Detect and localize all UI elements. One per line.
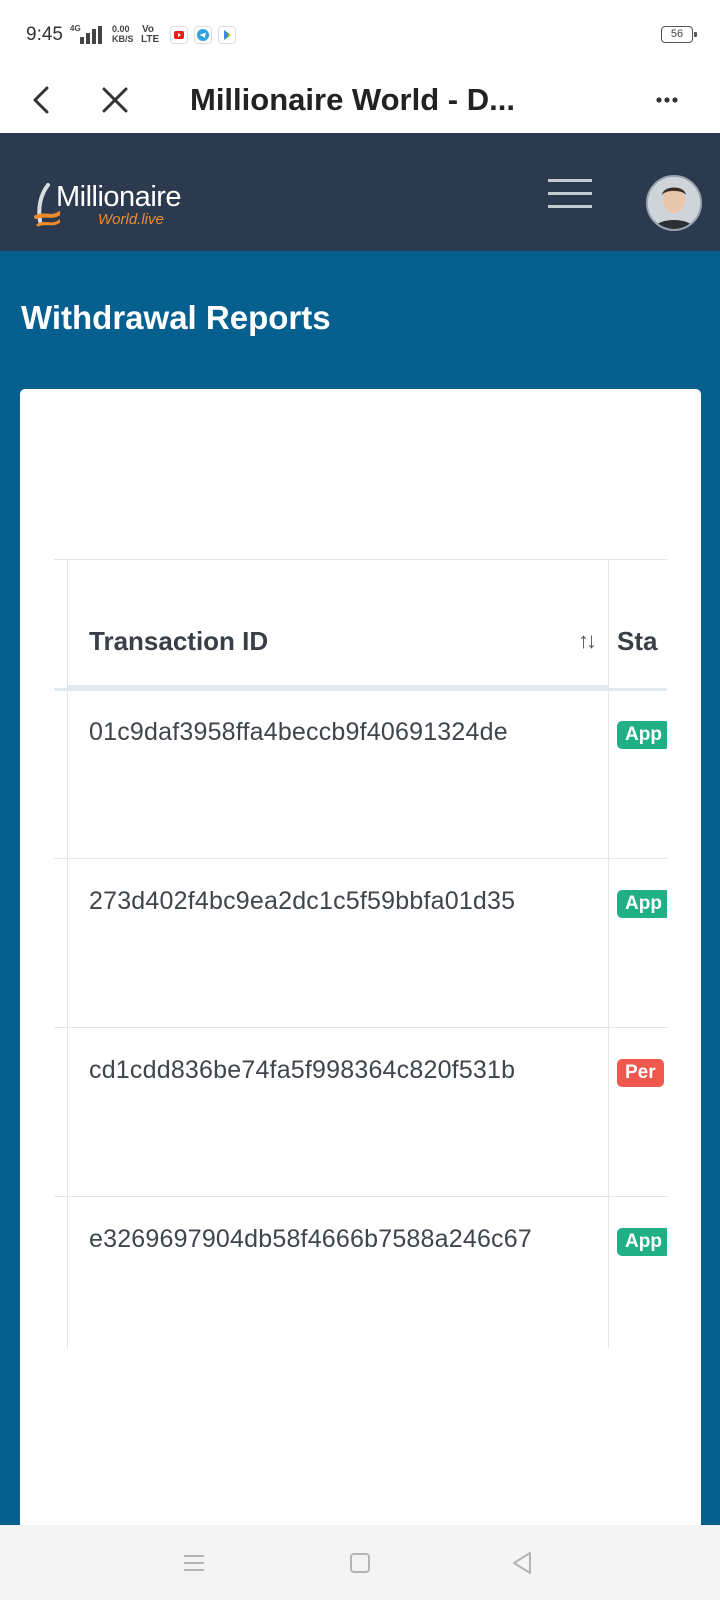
status-badge: App — [617, 1228, 667, 1256]
signal-icon — [80, 26, 106, 44]
status-badge: App — [617, 890, 667, 918]
telegram-icon — [194, 26, 212, 44]
column-header-label: Transaction ID — [89, 626, 269, 656]
status-bar: 9:45 4G 0.00 KB/S Vo LTE 56 — [0, 0, 720, 70]
withdrawal-table[interactable]: Transaction ID ↑↓ Sta 01c9daf3958ffa4bec… — [54, 559, 667, 1349]
battery-indicator: 56 — [661, 26, 697, 43]
network-speed: 0.00 — [112, 24, 130, 34]
table-row[interactable]: 273d402f4bc9ea2dc1c5f59bbfa01d35 App — [54, 860, 667, 1028]
sort-icon[interactable]: ↑↓ — [578, 628, 597, 654]
volte-top: Vo — [142, 24, 155, 35]
close-icon[interactable] — [93, 78, 137, 122]
site-header: Millionaire World.live — [0, 133, 720, 251]
transaction-id: 01c9daf3958ffa4beccb9f40691324de — [89, 718, 508, 746]
avatar[interactable] — [646, 175, 702, 231]
volte-bottom: LTE — [141, 34, 160, 45]
table-row[interactable]: e3269697904db58f4666b7588a246c67 App — [54, 1198, 667, 1349]
status-badge: Per — [617, 1059, 664, 1087]
transaction-id: cd1cdd836be74fa5f998364c820f531b — [89, 1056, 516, 1084]
table-row[interactable]: cd1cdd836be74fa5f998364c820f531b Per — [54, 1029, 667, 1197]
network-speed-unit: KB/S — [112, 34, 134, 44]
status-badge: App — [617, 721, 667, 749]
more-dots-icon[interactable] — [645, 78, 689, 122]
hamburger-icon[interactable] — [548, 179, 592, 209]
main-content: Withdrawal Reports Transaction ID ↑↓ Sta… — [0, 251, 720, 1589]
site-logo[interactable]: Millionaire World.live — [34, 181, 204, 231]
logo-text: Millionaire — [56, 181, 182, 213]
system-nav-bar — [0, 1525, 720, 1600]
table-row[interactable]: 01c9daf3958ffa4beccb9f40691324de App — [54, 691, 667, 859]
transaction-id: 273d402f4bc9ea2dc1c5f59bbfa01d35 — [89, 887, 516, 915]
status-time: 9:45 — [26, 24, 63, 45]
play-store-icon — [218, 26, 236, 44]
page-title: Withdrawal Reports — [21, 299, 331, 336]
back-arrow-icon[interactable] — [20, 78, 64, 122]
browser-page-title: Millionaire World - D... — [190, 82, 515, 117]
nav-menu-icon[interactable] — [176, 1545, 212, 1581]
report-card: Transaction ID ↑↓ Sta 01c9daf3958ffa4bec… — [20, 389, 701, 1589]
logo-subtext: World.live — [98, 211, 164, 228]
youtube-icon — [170, 26, 188, 44]
column-header-status[interactable]: Sta — [617, 626, 657, 657]
nav-back-icon[interactable] — [504, 1545, 540, 1581]
column-header-transaction-id[interactable]: Transaction ID ↑↓ — [68, 560, 608, 688]
browser-toolbar: Millionaire World - D... — [0, 70, 720, 133]
nav-home-icon[interactable] — [342, 1545, 378, 1581]
transaction-id: e3269697904db58f4666b7588a246c67 — [89, 1225, 532, 1253]
